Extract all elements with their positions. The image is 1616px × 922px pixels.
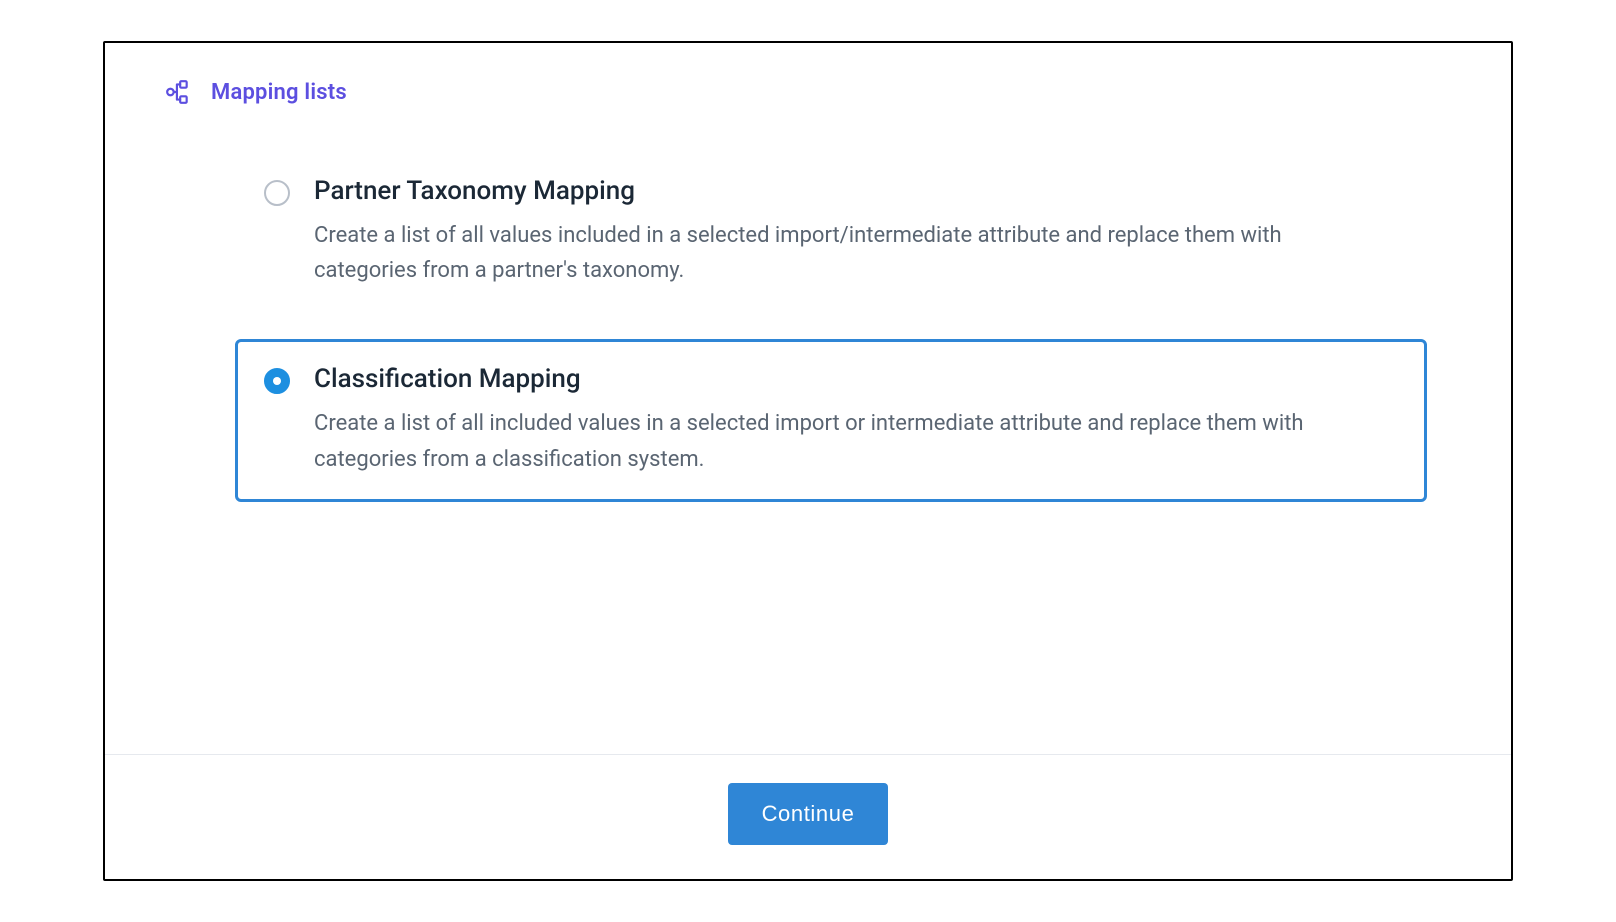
panel-header: Mapping lists <box>165 79 1451 105</box>
option-title: Classification Mapping <box>314 364 1398 394</box>
mapping-options: Partner Taxonomy Mapping Create a list o… <box>165 151 1451 502</box>
panel-footer: Continue <box>105 754 1511 879</box>
mapping-lists-panel: Mapping lists Partner Taxonomy Mapping C… <box>103 41 1513 881</box>
radio-classification[interactable] <box>264 368 290 394</box>
continue-button[interactable]: Continue <box>728 783 889 845</box>
option-title: Partner Taxonomy Mapping <box>314 176 1398 206</box>
radio-partner-taxonomy[interactable] <box>264 180 290 206</box>
hierarchy-icon <box>165 79 191 105</box>
option-description: Create a list of all included values in … <box>314 406 1334 476</box>
option-description: Create a list of all values included in … <box>314 218 1334 288</box>
option-partner-taxonomy[interactable]: Partner Taxonomy Mapping Create a list o… <box>235 151 1427 313</box>
option-classification[interactable]: Classification Mapping Create a list of … <box>235 339 1427 501</box>
panel-title: Mapping lists <box>211 80 347 105</box>
